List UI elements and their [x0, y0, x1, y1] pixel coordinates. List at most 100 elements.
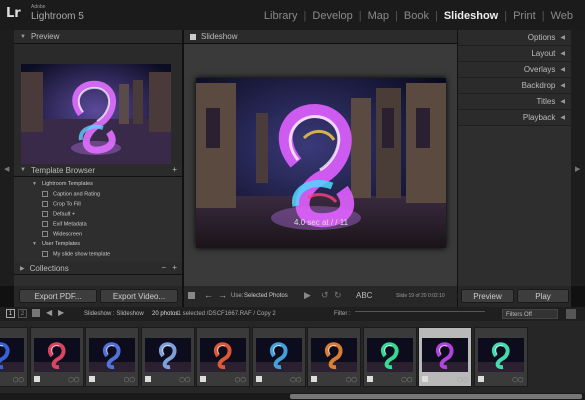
preview-button[interactable]: Preview — [461, 289, 514, 303]
section-overlays[interactable]: Overlays ◀ — [458, 62, 571, 78]
section-label: Layout — [531, 49, 556, 58]
thumbnail-badge-icon — [33, 376, 40, 382]
thumbnail-flags-icon: ◯◯ — [290, 377, 302, 383]
folder-triangle-icon: ▼ — [32, 241, 37, 247]
section-label: Backdrop — [521, 81, 556, 90]
thumbnail-badge-icon — [311, 376, 317, 382]
thumbnail-flags-icon: ◯◯ — [345, 377, 357, 383]
template-browser-header[interactable]: ▼ Template Browser + — [14, 164, 182, 177]
filmstrip: ◯◯ ◯◯ ◯◯ ◯◯ ◯◯ ◯◯ ◯◯ ◯◯ ◯◯ ◯◯ — [0, 321, 585, 393]
module-web[interactable]: Web — [545, 10, 579, 22]
back-arrow-icon[interactable]: ◀ — [46, 308, 52, 317]
folder-triangle-icon: ▼ — [32, 181, 37, 187]
template-label: My slide show template — [53, 251, 111, 258]
template-item[interactable]: Widescreen — [42, 231, 82, 237]
filter-select[interactable]: Filters Off — [502, 309, 558, 319]
right-panel: Options ◀ Layout ◀ Overlays ◀ Backdrop ◀ Titles ◀… — [458, 30, 571, 286]
thumbnail-image — [144, 338, 191, 372]
monitor-1-button[interactable]: 1 — [6, 309, 15, 318]
thumbnail-badge-icon — [255, 376, 262, 382]
collections-header[interactable]: ▶ Collections − + — [14, 262, 182, 275]
filmstrip-scrollbar[interactable] — [0, 393, 585, 400]
thumbnail-image — [422, 338, 468, 372]
filter-label: Filter : — [334, 311, 351, 317]
filmstrip-thumbnail[interactable]: ◯◯ — [473, 327, 528, 387]
slide-caption[interactable]: 4.0 sec at / / 11 — [196, 218, 446, 227]
filmstrip-thumbnail[interactable]: ◯◯ — [362, 327, 417, 387]
collapse-right-icon[interactable]: ▶ — [575, 165, 580, 173]
slideshow-title: Slideshow — [201, 32, 238, 41]
section-titles[interactable]: Titles ◀ — [458, 94, 571, 110]
forward-arrow-icon[interactable]: ▶ — [58, 308, 64, 317]
preview-header[interactable]: ▼ Preview — [14, 30, 182, 44]
filmstrip-thumbnail[interactable]: ◯◯ — [0, 327, 28, 387]
template-item[interactable]: My slide show template — [42, 251, 110, 257]
module-library[interactable]: Library — [258, 10, 304, 22]
template-label: Crop To Fill — [53, 201, 81, 208]
template-item[interactable]: Crop To Fill — [42, 201, 81, 207]
photo-count: 20 photos — [152, 311, 179, 317]
collapsed-triangle-icon: ◀ — [560, 67, 565, 73]
template-folder[interactable]: ▼ Lightroom Templates — [32, 181, 93, 187]
rotate-right-icon[interactable]: ↻ — [334, 290, 342, 301]
monitor-2-button[interactable]: 2 — [18, 309, 27, 318]
filmstrip-thumbnail[interactable]: ◯◯ — [29, 327, 84, 387]
section-label: Options — [527, 33, 556, 42]
collapsed-triangle-icon: ◀ — [560, 115, 565, 121]
section-backdrop[interactable]: Backdrop ◀ — [458, 78, 571, 94]
template-folder[interactable]: ▼ User Templates — [32, 241, 80, 247]
expand-triangle-icon: ▼ — [20, 33, 26, 40]
template-label: Lightroom Templates — [41, 181, 93, 187]
module-book[interactable]: Book — [398, 10, 435, 22]
template-icon — [42, 221, 48, 227]
previous-slide-icon[interactable]: ← — [204, 290, 213, 300]
add-text-button[interactable]: ABC — [356, 291, 372, 300]
collections-title: Collections — [29, 263, 69, 273]
filmstrip-thumbnail[interactable]: ◯◯ — [418, 327, 472, 387]
filmstrip-thumbnail[interactable]: ◯◯ — [196, 327, 250, 387]
preview-image — [21, 64, 171, 168]
template-item[interactable]: Default + — [42, 211, 75, 217]
template-item[interactable]: Caption and Rating — [42, 191, 100, 197]
module-develop[interactable]: Develop — [306, 10, 358, 22]
thumbnail-flags-icon: ◯◯ — [68, 377, 80, 383]
filmstrip-thumbnail[interactable]: ◯◯ — [140, 327, 195, 387]
template-item[interactable]: Exif Metadata — [42, 221, 87, 227]
filmstrip-thumbnail[interactable]: ◯◯ — [85, 327, 139, 387]
filter-rating-bar[interactable] — [355, 311, 485, 318]
scrollbar-thumb[interactable] — [290, 394, 582, 399]
slide[interactable]: 4.0 sec at / / 11 — [196, 78, 446, 248]
filmstrip-source[interactable]: Slideshow : Slideshow — [84, 311, 144, 317]
section-playback[interactable]: Playback ◀ — [458, 110, 571, 126]
section-layout[interactable]: Layout ◀ — [458, 46, 571, 62]
play-small-icon[interactable]: ▶ — [304, 290, 311, 301]
preview-area — [14, 44, 182, 168]
filmstrip-thumbnail[interactable]: ◯◯ — [251, 327, 306, 387]
playback-buttons: Preview Play — [458, 286, 571, 307]
export-pdf-button[interactable]: Export PDF... — [19, 289, 97, 303]
next-slide-icon[interactable]: → — [218, 290, 227, 300]
stop-icon[interactable] — [188, 292, 195, 299]
filmstrip-thumbnail[interactable]: ◯◯ — [307, 327, 361, 387]
right-edge-toggle[interactable]: ▶ — [571, 30, 585, 286]
export-video-button[interactable]: Export Video... — [100, 289, 178, 303]
export-buttons: Export PDF... Export Video... — [14, 286, 182, 307]
module-print[interactable]: Print — [507, 10, 542, 22]
remove-collection-icon[interactable]: − — [161, 263, 166, 272]
add-collection-icon[interactable]: + — [172, 263, 177, 272]
thumbnail-badge-icon — [200, 376, 206, 382]
module-map[interactable]: Map — [362, 10, 395, 22]
section-options[interactable]: Options ◀ — [458, 30, 571, 46]
grid-icon[interactable] — [32, 309, 40, 317]
module-slideshow[interactable]: Slideshow — [438, 10, 504, 22]
play-button[interactable]: Play — [517, 289, 569, 303]
use-select[interactable]: Selected Photos — [244, 293, 288, 299]
left-edge-toggle[interactable]: ◀ — [0, 30, 14, 286]
filter-lock-icon[interactable] — [566, 309, 576, 319]
rotate-left-icon[interactable]: ↺ — [321, 290, 329, 301]
collapse-left-icon[interactable]: ◀ — [4, 165, 9, 173]
add-template-icon[interactable]: + — [172, 165, 177, 174]
slide-counter: Slide 19 of 20 0:02:10 — [396, 293, 445, 299]
thumbnail-flags-icon: ◯◯ — [123, 377, 135, 383]
thumbnail-image — [33, 338, 80, 372]
